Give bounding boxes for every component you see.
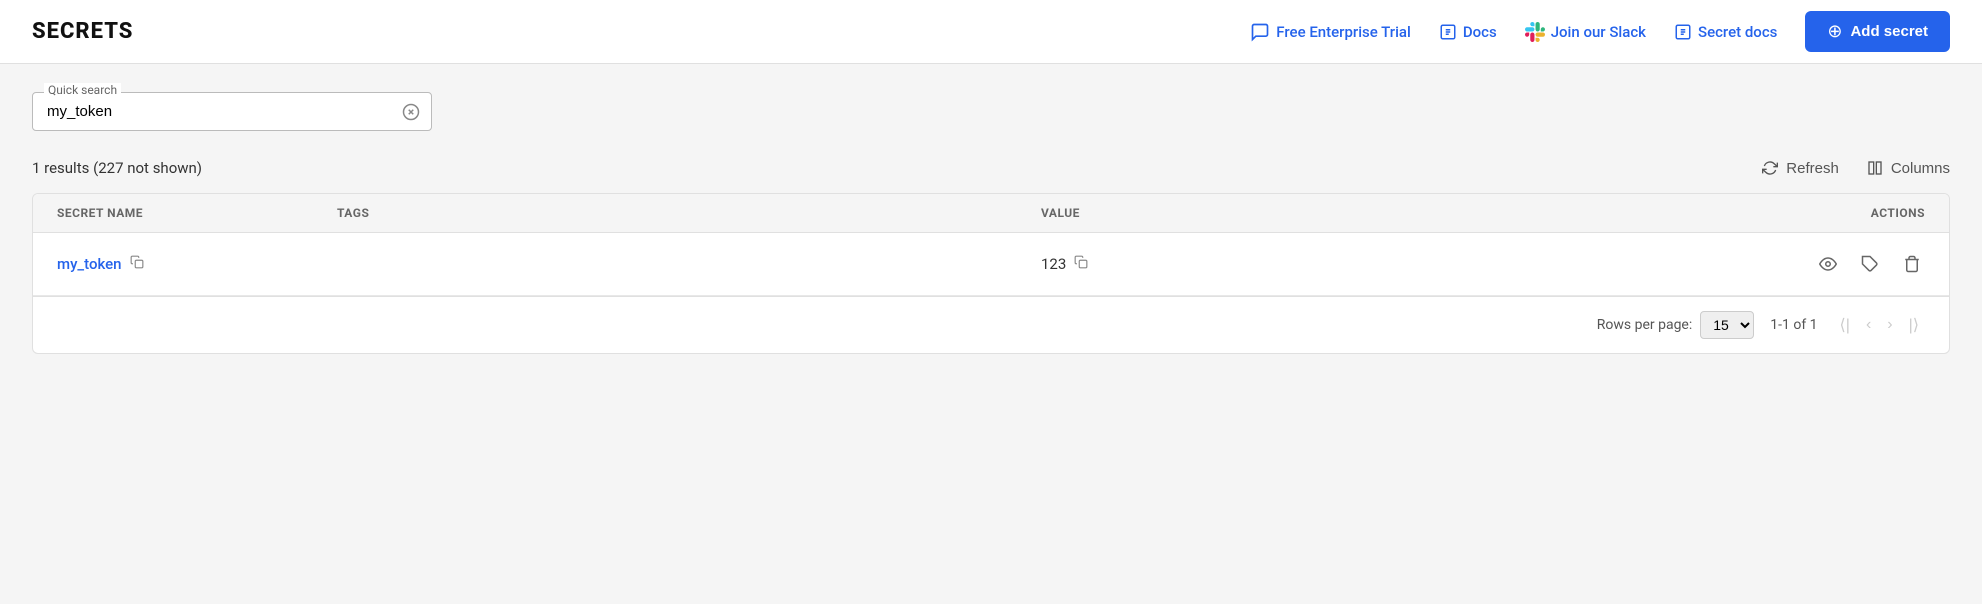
row-actions: [1745, 251, 1925, 277]
table-header: SECRET NAME TAGS VALUE ACTIONS: [33, 194, 1949, 233]
header: SECRETS Free Enterprise Trial Docs: [0, 0, 1982, 64]
pagination: Rows per page: 10 15 25 50 1-1 of 1 ⟨| ‹…: [33, 296, 1949, 353]
secret-name-link[interactable]: my_token: [57, 255, 337, 273]
refresh-button[interactable]: Refresh: [1762, 160, 1839, 177]
copy-value-icon[interactable]: [1074, 255, 1088, 273]
secret-docs-label: Secret docs: [1698, 23, 1777, 41]
trash-icon: [1903, 255, 1921, 273]
search-input[interactable]: [32, 92, 432, 131]
free-trial-link[interactable]: Free Enterprise Trial: [1250, 22, 1411, 42]
search-clear-button[interactable]: [402, 103, 420, 121]
docs-link[interactable]: Docs: [1439, 23, 1497, 41]
tag-button[interactable]: [1857, 251, 1883, 277]
secret-docs-link[interactable]: Secret docs: [1674, 23, 1777, 41]
eye-icon: [1819, 255, 1837, 273]
docs-icon: [1439, 23, 1457, 41]
view-button[interactable]: [1815, 251, 1841, 277]
secrets-table: SECRET NAME TAGS VALUE ACTIONS my_token: [32, 193, 1950, 354]
main-content: Quick search 1 results (227 not shown) R…: [0, 64, 1982, 382]
columns-button[interactable]: Columns: [1867, 160, 1950, 177]
table-row: my_token 123: [33, 233, 1949, 296]
secret-name-value: my_token: [57, 255, 122, 273]
add-secret-plus-icon: ⊕: [1827, 21, 1842, 42]
delete-button[interactable]: [1899, 251, 1925, 277]
results-count: 1 results (227 not shown): [32, 159, 202, 177]
chat-icon: [1250, 22, 1270, 42]
header-actions: Free Enterprise Trial Docs: [1250, 11, 1950, 52]
slack-label: Join our Slack: [1551, 23, 1646, 41]
slack-icon: [1525, 22, 1545, 42]
add-secret-label: Add secret: [1850, 23, 1928, 40]
prev-page-button[interactable]: ‹: [1860, 312, 1877, 338]
columns-icon: [1867, 160, 1883, 176]
columns-label: Columns: [1891, 160, 1950, 177]
copy-name-icon[interactable]: [130, 255, 144, 273]
col-header-actions: ACTIONS: [1745, 206, 1925, 220]
refresh-icon: [1762, 160, 1778, 176]
add-secret-button[interactable]: ⊕ Add secret: [1805, 11, 1950, 52]
rows-per-page-label: Rows per page:: [1597, 317, 1692, 333]
page-nav: ⟨| ‹ › |⟩: [1834, 311, 1925, 339]
search-container: Quick search: [32, 92, 432, 131]
first-page-button[interactable]: ⟨|: [1834, 311, 1856, 339]
docs-label: Docs: [1463, 23, 1497, 41]
slack-link[interactable]: Join our Slack: [1525, 22, 1646, 42]
col-header-name: SECRET NAME: [57, 206, 337, 220]
results-bar: 1 results (227 not shown) Refresh Column…: [32, 159, 1950, 177]
next-page-button[interactable]: ›: [1881, 312, 1898, 338]
secret-value: 123: [1041, 255, 1066, 273]
last-page-button[interactable]: |⟩: [1903, 311, 1925, 339]
tag-icon: [1861, 255, 1879, 273]
page-info: 1-1 of 1: [1770, 317, 1817, 333]
results-actions: Refresh Columns: [1762, 160, 1950, 177]
col-header-tags: TAGS: [337, 206, 1041, 220]
rows-per-page: Rows per page: 10 15 25 50: [1597, 311, 1754, 339]
secret-docs-icon: [1674, 23, 1692, 41]
secret-name-cell: my_token: [57, 255, 337, 273]
col-header-value: VALUE: [1041, 206, 1745, 220]
page-title: SECRETS: [32, 19, 133, 44]
rows-per-page-select[interactable]: 10 15 25 50: [1700, 311, 1754, 339]
secret-value-cell: 123: [1041, 255, 1745, 273]
refresh-label: Refresh: [1786, 160, 1839, 177]
search-label: Quick search: [44, 83, 121, 97]
free-trial-label: Free Enterprise Trial: [1276, 23, 1411, 41]
